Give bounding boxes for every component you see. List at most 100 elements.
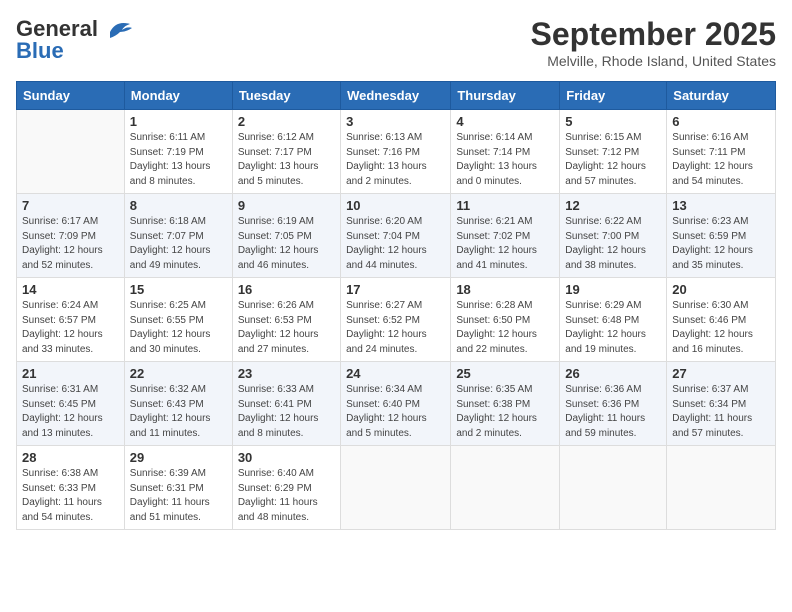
weekday-tuesday: Tuesday — [232, 82, 340, 110]
calendar-day-cell: 2 Sunrise: 6:12 AMSunset: 7:17 PMDaylight… — [232, 110, 340, 194]
day-info: Sunrise: 6:40 AMSunset: 6:29 PMDaylight:… — [238, 467, 335, 525]
day-info: Sunrise: 6:18 AMSunset: 7:07 PMDaylight:… — [130, 215, 227, 273]
day-number: 15 — [130, 282, 227, 297]
day-number: 19 — [565, 282, 661, 297]
day-number: 30 — [238, 450, 335, 465]
calendar-table: SundayMondayTuesdayWednesdayThursdayFrid… — [16, 81, 776, 530]
weekday-wednesday: Wednesday — [341, 82, 451, 110]
calendar-day-cell: 17 Sunrise: 6:27 AMSunset: 6:52 PMDayligh… — [341, 278, 451, 362]
calendar-day-cell: 19 Sunrise: 6:29 AMSunset: 6:48 PMDayligh… — [560, 278, 667, 362]
calendar-day-cell: 5 Sunrise: 6:15 AMSunset: 7:12 PMDaylight… — [560, 110, 667, 194]
month-title: September 2025 — [531, 16, 776, 53]
calendar-day-cell — [667, 446, 776, 530]
day-number: 14 — [22, 282, 119, 297]
calendar-day-cell: 20Sunrise: 6:30 AMSunset: 6:46 PMDayligh… — [667, 278, 776, 362]
day-info: Sunrise: 6:22 AMSunset: 7:00 PMDaylight:… — [565, 215, 661, 273]
calendar-body: 1 Sunrise: 6:11 AMSunset: 7:19 PMDaylight… — [17, 110, 776, 530]
day-info: Sunrise: 6:39 AMSunset: 6:31 PMDaylight:… — [130, 467, 227, 525]
day-number: 11 — [456, 198, 554, 213]
weekday-monday: Monday — [124, 82, 232, 110]
calendar-day-cell: 7Sunrise: 6:17 AMSunset: 7:09 PMDaylight… — [17, 194, 125, 278]
day-number: 3 — [346, 114, 445, 129]
logo-blue-text: Blue — [16, 38, 64, 64]
calendar-day-cell: 22Sunrise: 6:32 AMSunset: 6:43 PMDayligh… — [124, 362, 232, 446]
calendar-day-cell: 27 Sunrise: 6:37 AMSunset: 6:34 PMDayligh… — [667, 362, 776, 446]
day-info: Sunrise: 6:12 AMSunset: 7:17 PMDaylight:… — [238, 131, 335, 189]
calendar-week-row: 21 Sunrise: 6:31 AMSunset: 6:45 PMDayligh… — [17, 362, 776, 446]
calendar-day-cell — [341, 446, 451, 530]
day-number: 8 — [130, 198, 227, 213]
day-info: Sunrise: 6:24 AMSunset: 6:57 PMDaylight:… — [22, 299, 119, 357]
day-info: Sunrise: 6:16 AMSunset: 7:11 PMDaylight:… — [672, 131, 770, 189]
day-info: Sunrise: 6:27 AMSunset: 6:52 PMDaylight:… — [346, 299, 445, 357]
calendar-day-cell: 12 Sunrise: 6:22 AMSunset: 7:00 PMDayligh… — [560, 194, 667, 278]
day-number: 21 — [22, 366, 119, 381]
page-header: General Blue September 2025 Melville, Rh… — [16, 16, 776, 69]
logo: General Blue — [16, 16, 134, 64]
calendar-day-cell: 9 Sunrise: 6:19 AMSunset: 7:05 PMDaylight… — [232, 194, 340, 278]
weekday-friday: Friday — [560, 82, 667, 110]
weekday-sunday: Sunday — [17, 82, 125, 110]
day-number: 22 — [130, 366, 227, 381]
day-info: Sunrise: 6:37 AMSunset: 6:34 PMDaylight:… — [672, 383, 770, 441]
day-info: Sunrise: 6:29 AMSunset: 6:48 PMDaylight:… — [565, 299, 661, 357]
weekday-header-row: SundayMondayTuesdayWednesdayThursdayFrid… — [17, 82, 776, 110]
day-number: 5 — [565, 114, 661, 129]
day-number: 26 — [565, 366, 661, 381]
calendar-day-cell: 3 Sunrise: 6:13 AMSunset: 7:16 PMDaylight… — [341, 110, 451, 194]
day-number: 29 — [130, 450, 227, 465]
calendar-day-cell: 16 Sunrise: 6:26 AMSunset: 6:53 PMDayligh… — [232, 278, 340, 362]
day-info: Sunrise: 6:34 AMSunset: 6:40 PMDaylight:… — [346, 383, 445, 441]
day-number: 17 — [346, 282, 445, 297]
day-info: Sunrise: 6:31 AMSunset: 6:45 PMDaylight:… — [22, 383, 119, 441]
day-number: 25 — [456, 366, 554, 381]
day-number: 28 — [22, 450, 119, 465]
day-info: Sunrise: 6:36 AMSunset: 6:36 PMDaylight:… — [565, 383, 661, 441]
day-number: 27 — [672, 366, 770, 381]
calendar-week-row: 7Sunrise: 6:17 AMSunset: 7:09 PMDaylight… — [17, 194, 776, 278]
title-block: September 2025 Melville, Rhode Island, U… — [531, 16, 776, 69]
calendar-day-cell: 21 Sunrise: 6:31 AMSunset: 6:45 PMDayligh… — [17, 362, 125, 446]
day-info: Sunrise: 6:19 AMSunset: 7:05 PMDaylight:… — [238, 215, 335, 273]
calendar-week-row: 1 Sunrise: 6:11 AMSunset: 7:19 PMDaylight… — [17, 110, 776, 194]
calendar-header: SundayMondayTuesdayWednesdayThursdayFrid… — [17, 82, 776, 110]
calendar-day-cell — [17, 110, 125, 194]
day-number: 9 — [238, 198, 335, 213]
day-info: Sunrise: 6:33 AMSunset: 6:41 PMDaylight:… — [238, 383, 335, 441]
calendar-day-cell: 14 Sunrise: 6:24 AMSunset: 6:57 PMDayligh… — [17, 278, 125, 362]
day-info: Sunrise: 6:11 AMSunset: 7:19 PMDaylight:… — [130, 131, 227, 189]
calendar-day-cell: 4 Sunrise: 6:14 AMSunset: 7:14 PMDaylight… — [451, 110, 560, 194]
day-info: Sunrise: 6:28 AMSunset: 6:50 PMDaylight:… — [456, 299, 554, 357]
day-info: Sunrise: 6:13 AMSunset: 7:16 PMDaylight:… — [346, 131, 445, 189]
day-number: 24 — [346, 366, 445, 381]
calendar-day-cell: 23 Sunrise: 6:33 AMSunset: 6:41 PMDayligh… — [232, 362, 340, 446]
day-info: Sunrise: 6:21 AMSunset: 7:02 PMDaylight:… — [456, 215, 554, 273]
calendar-week-row: 14 Sunrise: 6:24 AMSunset: 6:57 PMDayligh… — [17, 278, 776, 362]
day-info: Sunrise: 6:20 AMSunset: 7:04 PMDaylight:… — [346, 215, 445, 273]
calendar-week-row: 28 Sunrise: 6:38 AMSunset: 6:33 PMDayligh… — [17, 446, 776, 530]
day-info: Sunrise: 6:35 AMSunset: 6:38 PMDaylight:… — [456, 383, 554, 441]
day-number: 2 — [238, 114, 335, 129]
day-number: 4 — [456, 114, 554, 129]
day-number: 23 — [238, 366, 335, 381]
logo-bird-icon — [102, 18, 134, 40]
day-number: 1 — [130, 114, 227, 129]
calendar-day-cell: 13Sunrise: 6:23 AMSunset: 6:59 PMDayligh… — [667, 194, 776, 278]
weekday-thursday: Thursday — [451, 82, 560, 110]
day-info: Sunrise: 6:14 AMSunset: 7:14 PMDaylight:… — [456, 131, 554, 189]
calendar-day-cell: 29 Sunrise: 6:39 AMSunset: 6:31 PMDayligh… — [124, 446, 232, 530]
day-info: Sunrise: 6:17 AMSunset: 7:09 PMDaylight:… — [22, 215, 119, 273]
day-info: Sunrise: 6:15 AMSunset: 7:12 PMDaylight:… — [565, 131, 661, 189]
day-number: 12 — [565, 198, 661, 213]
calendar-day-cell: 28 Sunrise: 6:38 AMSunset: 6:33 PMDayligh… — [17, 446, 125, 530]
day-number: 16 — [238, 282, 335, 297]
calendar-day-cell: 11 Sunrise: 6:21 AMSunset: 7:02 PMDayligh… — [451, 194, 560, 278]
calendar-day-cell: 1 Sunrise: 6:11 AMSunset: 7:19 PMDaylight… — [124, 110, 232, 194]
day-info: Sunrise: 6:23 AMSunset: 6:59 PMDaylight:… — [672, 215, 770, 273]
day-info: Sunrise: 6:25 AMSunset: 6:55 PMDaylight:… — [130, 299, 227, 357]
day-info: Sunrise: 6:38 AMSunset: 6:33 PMDaylight:… — [22, 467, 119, 525]
calendar-day-cell: 25 Sunrise: 6:35 AMSunset: 6:38 PMDayligh… — [451, 362, 560, 446]
calendar-day-cell — [560, 446, 667, 530]
day-info: Sunrise: 6:26 AMSunset: 6:53 PMDaylight:… — [238, 299, 335, 357]
day-number: 20 — [672, 282, 770, 297]
